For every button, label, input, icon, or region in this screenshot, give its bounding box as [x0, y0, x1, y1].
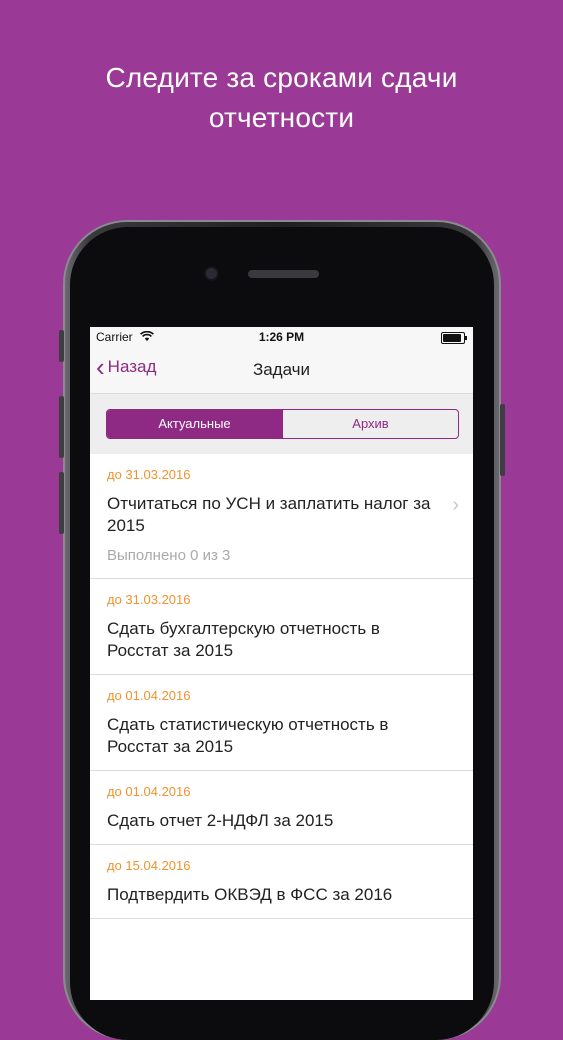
task-title: Сдать отчет 2-НДФЛ за 2015 — [107, 811, 334, 830]
task-list: до 31.03.2016 Отчитаться по УСН и заплат… — [90, 454, 473, 919]
task-item[interactable]: до 31.03.2016 Сдать бухгалтерскую отчетн… — [90, 579, 473, 675]
task-due-date: до 01.04.2016 — [107, 688, 191, 703]
task-due-date: до 15.04.2016 — [107, 858, 191, 873]
segmented-control: Актуальные Архив — [106, 409, 459, 439]
status-time: 1:26 PM — [258, 330, 305, 344]
promo-headline: Следите за сроками сдачи отчетности — [0, 58, 563, 138]
headline-line-1: Следите за сроками сдачи — [105, 62, 458, 93]
task-due-date: до 01.04.2016 — [107, 784, 191, 799]
mute-switch — [59, 330, 64, 362]
chevron-right-icon: › — [452, 494, 459, 516]
segment-archive[interactable]: Архив — [282, 410, 458, 438]
task-item[interactable]: до 01.04.2016 Сдать статистическую отчет… — [90, 675, 473, 771]
task-item[interactable]: до 31.03.2016 Отчитаться по УСН и заплат… — [90, 454, 473, 579]
task-item[interactable]: до 01.04.2016 Сдать отчет 2-НДФЛ за 2015 — [90, 771, 473, 845]
earpiece-speaker — [248, 270, 319, 278]
task-title: Подтвердить ОКВЭД в ФСС за 2016 — [107, 885, 393, 904]
front-camera — [206, 268, 217, 279]
task-item[interactable]: до 15.04.2016 Подтвердить ОКВЭД в ФСС за… — [90, 845, 473, 919]
task-title: Отчитаться по УСН и заплатить налог за 2… — [107, 494, 431, 535]
headline-line-2: отчетности — [208, 102, 355, 133]
volume-down-button — [59, 472, 64, 534]
battery-icon — [441, 332, 467, 344]
volume-up-button — [59, 396, 64, 458]
status-bar: Carrier 1:26 PM — [90, 327, 473, 347]
task-title: Сдать бухгалтерскую отчетность в Росстат… — [107, 619, 380, 660]
app-screen: Carrier 1:26 PM ‹ Назад Задачи Актуальны… — [90, 327, 473, 1000]
navigation-bar: ‹ Назад Задачи — [90, 347, 473, 393]
power-button — [500, 404, 505, 476]
segment-bar: Актуальные Архив — [90, 393, 473, 454]
task-progress: Выполнено 0 из 3 — [107, 547, 231, 564]
task-title: Сдать статистическую отчетность в Росста… — [107, 715, 389, 756]
task-due-date: до 31.03.2016 — [107, 592, 191, 607]
page-title: Задачи — [252, 360, 311, 379]
task-due-date: до 31.03.2016 — [107, 467, 191, 482]
segment-current[interactable]: Актуальные — [107, 410, 282, 438]
